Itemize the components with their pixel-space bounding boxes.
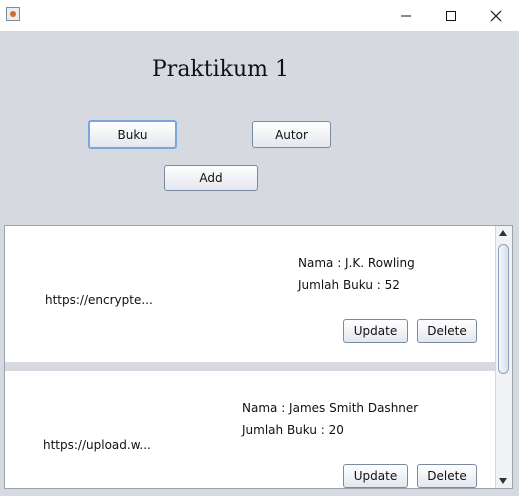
close-icon (490, 10, 502, 21)
update-button[interactable]: Update (343, 464, 408, 488)
book-list-scrollpane[interactable]: https://encrypte... Nama : J.K. Rowling … (4, 225, 513, 489)
close-button[interactable] (473, 0, 519, 31)
page-title: Praktikum 1 (152, 57, 289, 82)
scroll-up-icon[interactable] (499, 230, 507, 236)
delete-button[interactable]: Delete (417, 319, 477, 343)
book-count-label: Jumlah Buku : 52 (298, 278, 400, 292)
vertical-scrollbar[interactable] (495, 226, 512, 488)
minimize-icon (401, 15, 411, 16)
author-name-label: Nama : James Smith Dashner (242, 401, 419, 415)
maximize-icon (446, 10, 456, 21)
autor-button[interactable]: Autor (252, 121, 331, 148)
author-name-label: Nama : J.K. Rowling (298, 256, 415, 270)
scroll-down-icon[interactable] (499, 478, 507, 484)
list-item: https://encrypte... Nama : J.K. Rowling … (5, 226, 496, 371)
delete-button[interactable]: Delete (417, 464, 477, 488)
minimize-button[interactable] (383, 0, 429, 31)
maximize-button[interactable] (428, 0, 474, 31)
scrollbar-thumb[interactable] (498, 244, 509, 374)
title-bar (0, 0, 519, 31)
list-item: https://upload.w... Nama : James Smith D… (5, 371, 496, 488)
card-divider (5, 362, 496, 371)
book-list: https://encrypte... Nama : J.K. Rowling … (5, 226, 496, 488)
add-button[interactable]: Add (164, 165, 258, 191)
image-url-label: https://upload.w... (43, 438, 151, 452)
image-url-label: https://encrypte... (45, 293, 153, 307)
book-count-label: Jumlah Buku : 20 (242, 423, 344, 437)
update-button[interactable]: Update (343, 319, 408, 343)
buku-button[interactable]: Buku (88, 120, 177, 149)
java-cup-icon (6, 7, 20, 21)
